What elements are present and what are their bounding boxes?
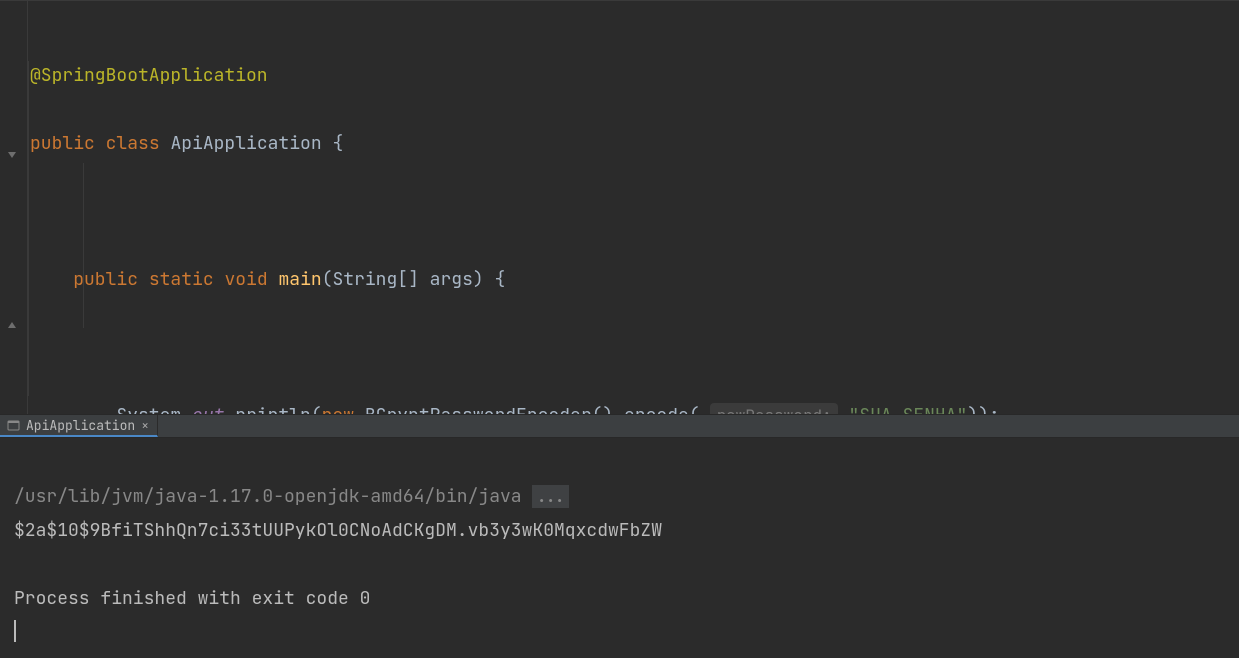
fold-open-icon[interactable] [6, 149, 18, 165]
console-command-prefix: /usr/lib/jvm/java-1.17.0-openjdk-amd64/b… [14, 485, 532, 508]
fold-close-icon[interactable] [6, 319, 18, 335]
keyword-class: class [106, 132, 160, 155]
run-tab-apiapplication[interactable]: ApiApplication × [0, 415, 158, 437]
stmt-close: )); [967, 404, 999, 414]
param-hint-rawpassword: rawPassword: [710, 403, 837, 414]
string-suffix: " [956, 404, 967, 414]
console-exit-line: Process finished with exit code 0 [14, 587, 370, 610]
encoder-call: BCryptPasswordEncoder().encode( [354, 404, 700, 414]
println-token: .println( [224, 404, 321, 414]
annotation: @SpringBootApplication [30, 64, 268, 87]
open-brace: { [332, 132, 343, 155]
out-token: out [192, 404, 224, 414]
string-underlined: SENHA [902, 404, 956, 414]
run-tab-label: ApiApplication [26, 417, 135, 434]
indent-guide-1 [28, 61, 29, 396]
console-output-hash: $2a$10$9BfiTShhQn7ci33tUUPykOl0CNoAdCKgD… [14, 519, 662, 542]
run-console[interactable]: /usr/lib/jvm/java-1.17.0-openjdk-amd64/b… [0, 438, 1239, 658]
keyword-new: new [322, 404, 354, 414]
close-icon[interactable]: × [141, 417, 149, 434]
keyword-public: public [30, 132, 95, 155]
indent-guide-2 [83, 163, 84, 328]
run-tab-icon [6, 418, 20, 432]
run-tab-bar: ApiApplication × [0, 414, 1239, 438]
system-token: System. [116, 404, 192, 414]
editor-gutter [0, 1, 28, 414]
main-params: (String[] args) { [322, 268, 506, 291]
class-name: ApiApplication [170, 132, 321, 155]
string-prefix: "SUA [848, 404, 902, 414]
code-content[interactable]: @SpringBootApplication public class ApiA… [0, 1, 1239, 414]
keyword-void: void [224, 268, 267, 291]
string-literal: "SUA SENHA" [848, 404, 967, 414]
code-editor[interactable]: @SpringBootApplication public class ApiA… [0, 1, 1239, 414]
keyword-static: static [149, 268, 214, 291]
console-command-fold[interactable]: ... [532, 485, 568, 508]
method-main: main [278, 268, 321, 291]
console-caret [14, 620, 16, 642]
